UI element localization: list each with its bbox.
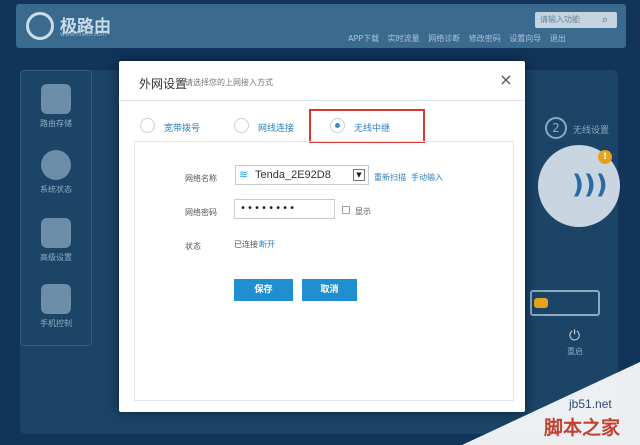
show-password-checkbox[interactable] — [342, 206, 350, 214]
top-nav: APP下载 实时流量 网络诊断 修改密码 设置向导 退出 — [348, 33, 572, 44]
status-label: 状态 — [185, 242, 201, 251]
dialog-subtitle: 请选择您的上网接入方式 — [185, 78, 273, 87]
chevron-down-icon[interactable]: ▼ — [353, 169, 365, 181]
wifi-icon: ))) — [572, 170, 608, 200]
tab-label: 宽带拨号 — [164, 124, 201, 134]
restart-label: 重启 — [567, 347, 583, 356]
network-name-label: 网络名称 — [185, 174, 217, 183]
sidebar-item-label: 系统状态 — [40, 185, 72, 194]
rescan-link[interactable]: 重新扫描 — [374, 172, 406, 183]
radio-cable[interactable] — [234, 118, 249, 133]
router-indicator — [534, 298, 548, 308]
nav-app-download[interactable]: APP下载 — [348, 34, 379, 43]
search-icon[interactable]: ⌕ — [602, 13, 608, 27]
sidebar-item-label: 高级设置 — [40, 253, 72, 262]
refresh-link[interactable]: 断开 — [259, 239, 275, 250]
wifi-signal-icon: ≋ — [239, 168, 249, 181]
sidebar-item-mobile[interactable]: 手机控制 — [20, 284, 92, 329]
logo-icon — [26, 12, 54, 40]
warning-badge: ! — [598, 150, 612, 164]
tab-label: 网线连接 — [258, 124, 295, 134]
pulse-icon — [41, 150, 71, 180]
search-placeholder: 请输入功能 — [540, 15, 580, 24]
sidebar-item-label: 路由存储 — [40, 119, 72, 128]
ssid-select[interactable]: ≋ Tenda_2E92D8 ▼ — [235, 165, 369, 185]
dialog-title: 外网设置 — [139, 77, 188, 91]
ssid-value: Tenda_2E92D8 — [255, 169, 331, 181]
manual-input-link[interactable]: 手动输入 — [411, 172, 443, 183]
password-field[interactable]: •••••••• — [234, 199, 335, 219]
step-number: 2 — [545, 117, 567, 139]
nav-diagnosis[interactable]: 网络诊断 — [428, 34, 460, 43]
nav-logout[interactable]: 退出 — [550, 34, 566, 43]
sidebar-item-status[interactable]: 系统状态 — [20, 150, 92, 195]
watermark-brand: 脚本之家 — [544, 417, 621, 439]
nav-traffic[interactable]: 实时流量 — [388, 34, 420, 43]
watermark-site: jb51.net — [569, 397, 612, 411]
power-icon[interactable]: ⏻ — [569, 328, 580, 344]
close-icon[interactable]: × — [498, 71, 514, 89]
storage-icon — [41, 84, 71, 114]
tab-label: 无线中继 — [354, 124, 391, 134]
password-label: 网络密码 — [185, 208, 217, 217]
wan-settings-dialog: 外网设置 请选择您的上网接入方式 × 宽带拨号 网线连接 无线中继 网络名称 ≋… — [119, 61, 525, 412]
save-button[interactable]: 保存 — [234, 279, 293, 301]
gear-icon — [41, 218, 71, 248]
sidebar-item-label: 手机控制 — [40, 319, 72, 328]
phone-icon — [41, 284, 71, 314]
sidebar-item-advanced[interactable]: 高级设置 — [20, 218, 92, 263]
status-value: 已连接 — [234, 240, 258, 249]
logo-subtext: www.hiwifi.com — [60, 31, 107, 38]
step-label: 无线设置 — [573, 126, 610, 136]
cancel-button[interactable]: 取消 — [302, 279, 357, 301]
radio-pppoe[interactable] — [140, 118, 155, 133]
dialog-header: 外网设置 请选择您的上网接入方式 × — [119, 61, 525, 101]
sidebar-item-storage[interactable]: 路由存储 — [20, 84, 92, 129]
radio-wireless-repeater[interactable] — [330, 118, 345, 133]
show-password-label: 显示 — [355, 207, 371, 216]
nav-change-password[interactable]: 修改密码 — [469, 34, 501, 43]
nav-setup-wizard[interactable]: 设置向导 — [509, 34, 541, 43]
